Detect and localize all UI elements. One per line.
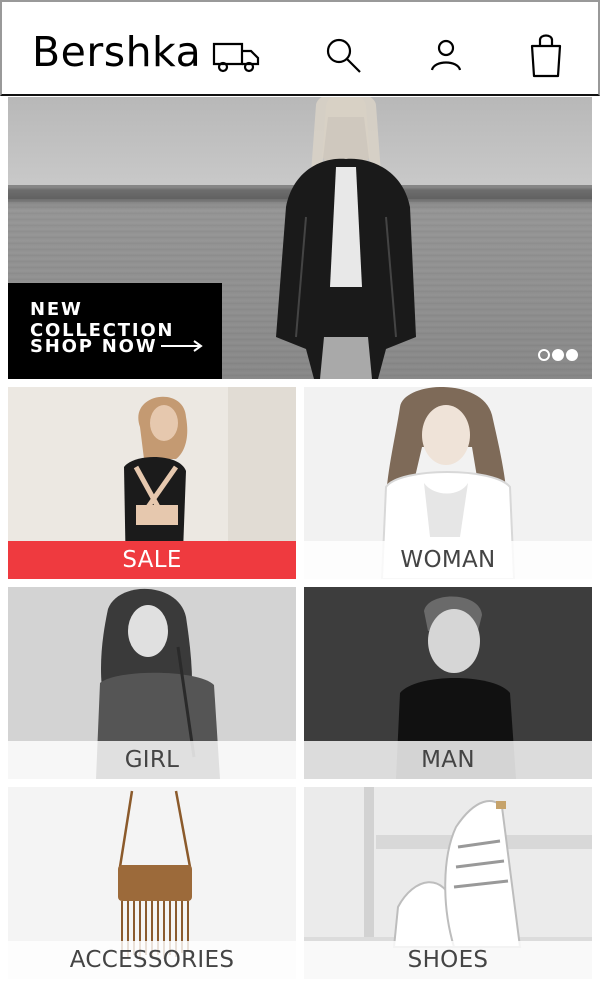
top-header: Bershka [0, 0, 600, 96]
category-tile-man[interactable]: MAN [304, 587, 592, 779]
tile-label-accessories: ACCESSORIES [8, 941, 296, 979]
shop-now-link[interactable]: SHOP NOW [30, 336, 157, 357]
user-icon [430, 39, 462, 71]
search-button[interactable] [318, 30, 370, 82]
tile-label-woman: WOMAN [304, 541, 592, 579]
carousel-dot[interactable] [552, 349, 564, 361]
tile-label-sale: SALE [8, 541, 296, 579]
truck-icon [212, 42, 260, 73]
new-collection-badge[interactable]: NEW COLLECTION SHOP NOW [8, 283, 222, 379]
tile-label-man: MAN [304, 741, 592, 779]
category-tile-sale[interactable]: SALE [8, 387, 296, 579]
category-tile-accessories[interactable]: ACCESSORIES [8, 787, 296, 979]
category-tile-shoes[interactable]: SHOES [304, 787, 592, 979]
category-tile-woman[interactable]: WOMAN [304, 387, 592, 579]
hero-model-image [276, 97, 416, 379]
new-collection-text: NEW COLLECTION [30, 299, 175, 341]
shipping-button[interactable] [210, 30, 262, 82]
cart-button[interactable] [520, 30, 572, 82]
category-tile-girl[interactable]: GIRL [8, 587, 296, 779]
carousel-dot[interactable] [538, 349, 550, 361]
carousel-indicators [538, 349, 578, 361]
search-icon [326, 38, 361, 73]
bershka-logo[interactable]: Bershka [32, 28, 201, 76]
hero-banner[interactable]: NEW COLLECTION SHOP NOW [8, 97, 592, 379]
account-button[interactable] [420, 30, 472, 82]
arrow-right-icon [161, 340, 203, 352]
tile-label-shoes: SHOES [304, 941, 592, 979]
carousel-dot-active[interactable] [566, 349, 578, 361]
bag-icon [530, 34, 562, 78]
tile-label-girl: GIRL [8, 741, 296, 779]
